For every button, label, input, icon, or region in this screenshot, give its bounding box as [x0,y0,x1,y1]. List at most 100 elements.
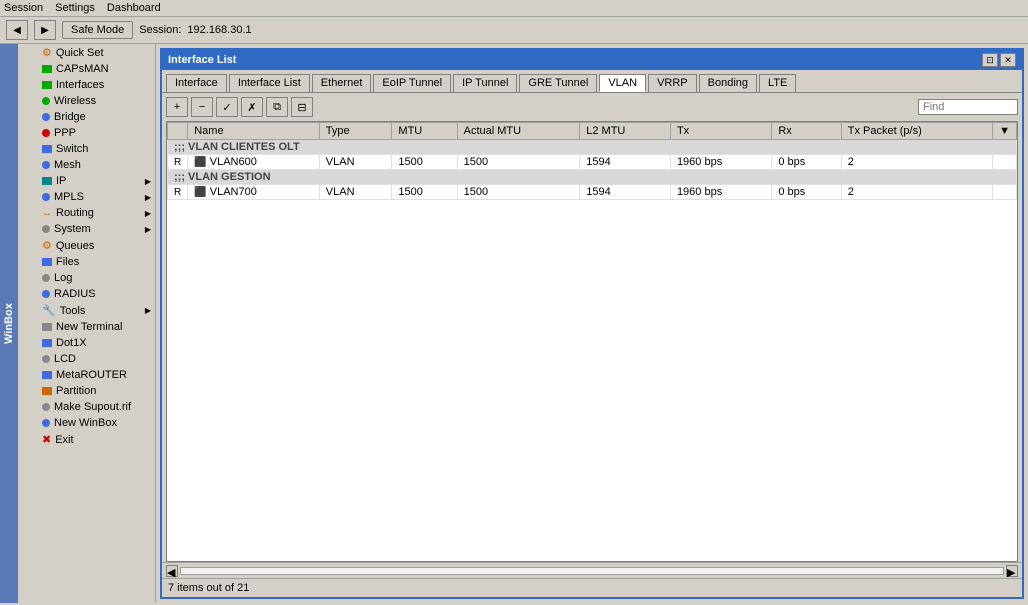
copy-button[interactable]: ⧉ [266,97,288,117]
scroll-left-button[interactable]: ◀ [166,565,178,577]
window-titlebar: Interface List ⊡ ✕ [162,50,1022,70]
menu-dashboard[interactable]: Dashboard [107,2,161,14]
tab-eoip-tunnel[interactable]: EoIP Tunnel [373,74,451,92]
tab-interface[interactable]: Interface [166,74,227,92]
radius-icon [42,290,50,298]
add-button[interactable]: + [166,97,188,117]
sidebar-item-radius[interactable]: RADIUS [18,286,155,302]
row-tx-pps: 2 [841,155,992,170]
row-name: ⬛ VLAN600 [188,155,320,170]
col-rx[interactable]: Rx [772,123,841,140]
sidebar-item-mpls[interactable]: MPLS [18,189,155,205]
partition-icon [42,387,52,395]
row-name-label: VLAN700 [210,186,257,198]
sidebar-item-mesh[interactable]: Mesh [18,157,155,173]
sidebar-item-bridge[interactable]: Bridge [18,109,155,125]
files-icon [42,258,52,266]
tab-ethernet[interactable]: Ethernet [312,74,372,92]
sidebar-label-partition: Partition [56,385,96,397]
row-name: ⬛ VLAN700 [188,185,320,200]
col-tx[interactable]: Tx [670,123,771,140]
row-flag: R [168,155,188,170]
enable-button[interactable]: ✓ [216,97,238,117]
sidebar-label-radius: RADIUS [54,288,96,300]
sidebar-item-tools[interactable]: 🔧 Tools [18,302,155,319]
tab-bonding[interactable]: Bonding [699,74,757,92]
sidebar-item-lcd[interactable]: LCD [18,351,155,367]
session-label: Session: [139,24,181,36]
winbox-strip[interactable]: WinBox [0,44,18,603]
row-tx-pps: 2 [841,185,992,200]
section-header-label: ;;; VLAN GESTION [168,170,1017,185]
tab-ip-tunnel[interactable]: IP Tunnel [453,74,517,92]
vlan-icon: ⬛ [194,187,206,198]
tab-bar: Interface Interface List Ethernet EoIP T… [162,70,1022,93]
table-row[interactable]: R ⬛ VLAN700 VLAN 1500 1500 1594 1960 bps… [168,185,1017,200]
col-name[interactable]: Name [188,123,320,140]
sidebar-item-queues[interactable]: ⚙ Queues [18,237,155,254]
sidebar-item-quickset[interactable]: ⚙ Quick Set [18,44,155,61]
filter-button[interactable]: ⊟ [291,97,313,117]
main-layout: WinBox ⚙ Quick Set CAPsMAN Interfaces Wi… [0,44,1028,603]
sidebar-item-new-winbox[interactable]: New WinBox [18,415,155,431]
sidebar-item-wireless[interactable]: Wireless [18,93,155,109]
disable-button[interactable]: ✗ [241,97,263,117]
col-extra[interactable]: ▼ [993,123,1017,140]
sidebar-item-switch[interactable]: Switch [18,141,155,157]
sidebar-label-interfaces: Interfaces [56,79,104,91]
tab-lte[interactable]: LTE [759,74,796,92]
remove-button[interactable]: − [191,97,213,117]
scrollbar-track[interactable] [180,567,1004,575]
col-tx-pps[interactable]: Tx Packet (p/s) [841,123,992,140]
section-vlan-gestion: ;;; VLAN GESTION [168,170,1017,185]
dot1x-icon [42,339,52,347]
menu-bar: Session Settings Dashboard [0,0,1028,17]
scroll-right-button[interactable]: ▶ [1006,565,1018,577]
safe-mode-button[interactable]: Safe Mode [62,21,133,39]
tab-gre-tunnel[interactable]: GRE Tunnel [519,74,597,92]
sidebar-label-mesh: Mesh [54,159,81,171]
menu-settings[interactable]: Settings [55,2,95,14]
scrollbar-horizontal[interactable]: ◀ ▶ [162,562,1022,578]
tab-vlan[interactable]: VLAN [599,74,646,92]
sidebar-item-dot1x[interactable]: Dot1X [18,335,155,351]
tab-interface-list[interactable]: Interface List [229,74,310,92]
sidebar-label-log: Log [54,272,72,284]
search-input[interactable] [918,99,1018,115]
sidebar-item-partition[interactable]: Partition [18,383,155,399]
window-close-button[interactable]: ✕ [1000,53,1016,67]
table-toolbar: + − ✓ ✗ ⧉ ⊟ [162,93,1022,121]
row-extra [993,155,1017,170]
sidebar-item-system[interactable]: System [18,221,155,237]
forward-button[interactable]: ▶ [34,20,56,40]
window-resize-button[interactable]: ⊡ [982,53,998,67]
sidebar-item-ppp[interactable]: PPP [18,125,155,141]
menu-session[interactable]: Session [4,2,43,14]
sidebar-item-new-terminal[interactable]: New Terminal [18,319,155,335]
sidebar-item-make-supout[interactable]: Make Supout.rif [18,399,155,415]
row-rx: 0 bps [772,185,841,200]
tab-vrrp[interactable]: VRRP [648,74,697,92]
col-mtu[interactable]: MTU [392,123,457,140]
col-l2-mtu[interactable]: L2 MTU [580,123,671,140]
sidebar-item-log[interactable]: Log [18,270,155,286]
sidebar-label-quickset: Quick Set [56,47,104,59]
session-ip: 192.168.30.1 [187,24,251,36]
back-button[interactable]: ◀ [6,20,28,40]
status-text: 7 items out of 21 [168,582,249,594]
sidebar-item-routing[interactable]: ↔ Routing [18,205,155,221]
row-actual-mtu: 1500 [457,155,580,170]
table-container[interactable]: Name Type MTU Actual MTU L2 MTU Tx Rx Tx… [166,121,1018,562]
sidebar-label-metarouter: MetaROUTER [56,369,127,381]
sidebar-item-metarouter[interactable]: MetaROUTER [18,367,155,383]
table-row[interactable]: R ⬛ VLAN600 VLAN 1500 1500 1594 1960 bps… [168,155,1017,170]
sidebar-label-tools: Tools [60,305,86,317]
sidebar-item-interfaces[interactable]: Interfaces [18,77,155,93]
col-type[interactable]: Type [319,123,392,140]
sidebar-item-capsman[interactable]: CAPsMAN [18,61,155,77]
sidebar-item-exit[interactable]: ✖ Exit [18,431,155,448]
sidebar-item-files[interactable]: Files [18,254,155,270]
sidebar-item-ip[interactable]: IP [18,173,155,189]
col-actual-mtu[interactable]: Actual MTU [457,123,580,140]
col-flag[interactable] [168,123,188,140]
